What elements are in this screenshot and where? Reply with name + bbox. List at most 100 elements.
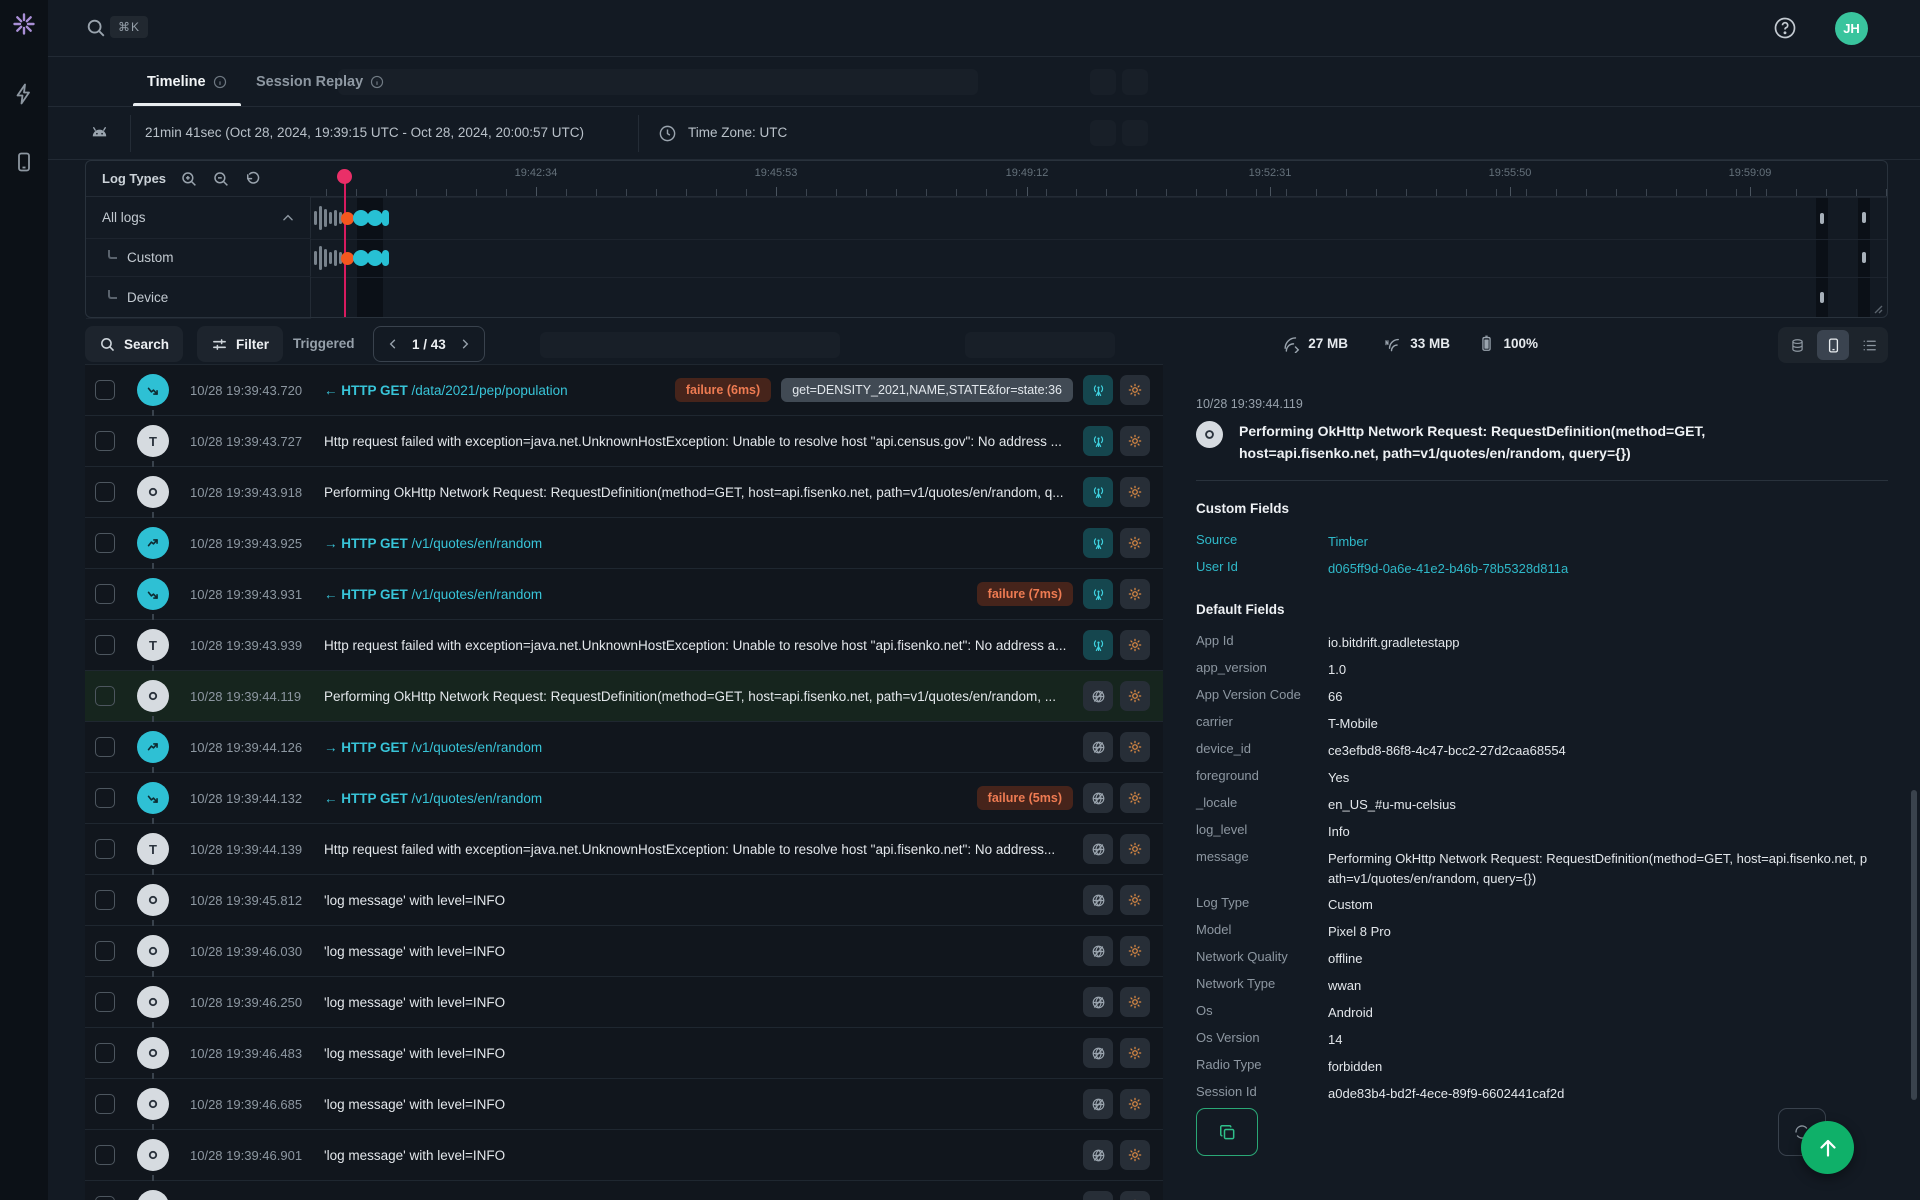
search-icon[interactable] [85,17,107,39]
log-row[interactable]: 10/28 19:39:47'log message' with level=I… [85,1181,1163,1200]
log-row[interactable]: 10/28 19:39:44.126 → HTTP GET /v1/quotes/… [85,722,1163,778]
page-scrollbar-thumb[interactable] [1911,790,1917,1100]
prev-page-icon[interactable] [386,337,400,351]
row-checkbox[interactable] [95,737,115,757]
row-checkbox[interactable] [95,482,115,502]
row-checkbox[interactable] [95,890,115,910]
antenna-icon-button[interactable] [1083,477,1113,507]
row-checkbox[interactable] [95,431,115,451]
avatar[interactable]: JH [1835,12,1868,45]
zoom-in-icon[interactable] [180,170,198,188]
globe-icon-button[interactable] [1083,834,1113,864]
chevron-up-icon[interactable] [281,211,295,225]
globe-icon-button[interactable] [1083,783,1113,813]
minor-tick [956,189,957,196]
globe-icon-button[interactable] [1083,681,1113,711]
brightness-icon-button[interactable] [1120,936,1150,966]
zoom-out-icon[interactable] [212,170,230,188]
data-view-icon[interactable] [1781,330,1813,360]
row-checkbox[interactable] [95,788,115,808]
log-row[interactable]: 10/28 19:39:46.901 'log message' with lev… [85,1130,1163,1186]
globe-icon-button[interactable] [1083,1038,1113,1068]
globe-icon-button[interactable] [1083,1191,1113,1200]
help-icon[interactable] [1773,16,1797,40]
brightness-icon-button[interactable] [1120,732,1150,762]
next-page-icon[interactable] [458,337,472,351]
log-row[interactable]: 10/28 19:39:43.720 ← HTTP GET /data/2021/… [85,365,1163,421]
antenna-icon-button[interactable] [1083,528,1113,558]
log-row[interactable]: T 10/28 19:39:44.139 Http request failed w… [85,824,1163,880]
brightness-icon-button[interactable] [1120,630,1150,660]
log-row[interactable]: 10/28 19:39:46.685 'log message' with lev… [85,1079,1163,1135]
row-checkbox[interactable] [95,941,115,961]
globe-icon-button[interactable] [1083,987,1113,1017]
reset-zoom-icon[interactable] [244,170,262,188]
timeline-row-custom[interactable]: Custom [86,239,311,277]
info-icon[interactable] [213,75,227,89]
search-shortcut-hint[interactable]: ⌘K [110,16,149,38]
antenna-icon-button[interactable] [1083,579,1113,609]
copy-fields-button[interactable] [1196,1108,1258,1156]
brightness-icon-button[interactable] [1120,834,1150,864]
brightness-icon-button[interactable] [1120,987,1150,1017]
antenna-icon-button[interactable] [1083,426,1113,456]
brightness-icon-button[interactable] [1120,1140,1150,1170]
row-checkbox[interactable] [95,992,115,1012]
globe-icon-button[interactable] [1083,936,1113,966]
tab-timeline[interactable]: Timeline [133,57,241,106]
playhead-marker[interactable] [337,169,352,184]
row-checkbox[interactable] [95,1145,115,1165]
top-bar: ⌘K JH [48,0,1920,57]
list-view-icon[interactable] [1853,330,1885,360]
brightness-icon-button[interactable] [1120,1038,1150,1068]
brightness-icon-button[interactable] [1120,426,1150,456]
workflows-lightning-icon[interactable] [12,82,36,106]
log-row[interactable]: 10/28 19:39:44.132 ← HTTP GET /v1/quotes/… [85,773,1163,829]
log-row[interactable]: 10/28 19:39:46.030 'log message' with lev… [85,926,1163,982]
brightness-icon-button[interactable] [1120,885,1150,915]
log-row[interactable]: T 10/28 19:39:43.939 Http request failed w… [85,620,1163,676]
brightness-icon-button[interactable] [1120,1089,1150,1119]
brightness-icon-button[interactable] [1120,579,1150,609]
globe-icon-button[interactable] [1083,732,1113,762]
log-row[interactable]: T 10/28 19:39:43.727 Http request failed w… [85,416,1163,472]
log-row[interactable]: 10/28 19:39:45.812 'log message' with lev… [85,875,1163,931]
devices-icon[interactable] [12,150,36,174]
minor-tick [446,189,447,196]
brightness-icon-button[interactable] [1120,477,1150,507]
log-row[interactable]: 10/28 19:39:46.483 'log message' with lev… [85,1028,1163,1084]
globe-icon-button[interactable] [1083,1140,1113,1170]
antenna-icon-button[interactable] [1083,630,1113,660]
search-button[interactable]: Search [85,326,184,362]
timeline-row-device[interactable]: Device [86,277,311,319]
row-checkbox[interactable] [95,1094,115,1114]
brightness-icon-button[interactable] [1120,528,1150,558]
log-row[interactable]: 10/28 19:39:44.119 Performing OkHttp Netw… [85,671,1163,727]
row-checkbox[interactable] [95,839,115,859]
scroll-to-top-button[interactable] [1801,1121,1854,1174]
row-checkbox[interactable] [95,686,115,706]
globe-icon-button[interactable] [1083,885,1113,915]
resize-handle-icon[interactable] [1871,302,1883,314]
bitdrift-logo-icon[interactable] [12,12,36,36]
brightness-icon-button[interactable] [1120,681,1150,711]
row-checkbox[interactable] [95,1043,115,1063]
log-row[interactable]: 10/28 19:39:43.918 Performing OkHttp Netw… [85,467,1163,523]
row-checkbox[interactable] [95,1196,115,1200]
timeline-row-all-logs[interactable]: All logs [86,197,311,239]
filter-button[interactable]: Filter [197,326,284,362]
brightness-icon-button[interactable] [1120,1191,1150,1200]
row-checkbox[interactable] [95,635,115,655]
log-row[interactable]: 10/28 19:39:43.931 ← HTTP GET /v1/quotes/… [85,569,1163,625]
log-row[interactable]: 10/28 19:39:43.925 → HTTP GET /v1/quotes/… [85,518,1163,574]
row-checkbox[interactable] [95,584,115,604]
globe-icon-button[interactable] [1083,1089,1113,1119]
row-checkbox[interactable] [95,533,115,553]
device-view-icon[interactable] [1817,330,1849,360]
row-checkbox[interactable] [95,380,115,400]
antenna-icon-button[interactable] [1083,375,1113,405]
brightness-icon-button[interactable] [1120,375,1150,405]
timeline-track[interactable]: 19:42:34 19:45:53 19:49:12 19:52:31 19:55:50… [311,161,1887,317]
log-row[interactable]: 10/28 19:39:46.250 'log message' with lev… [85,977,1163,1033]
brightness-icon-button[interactable] [1120,783,1150,813]
